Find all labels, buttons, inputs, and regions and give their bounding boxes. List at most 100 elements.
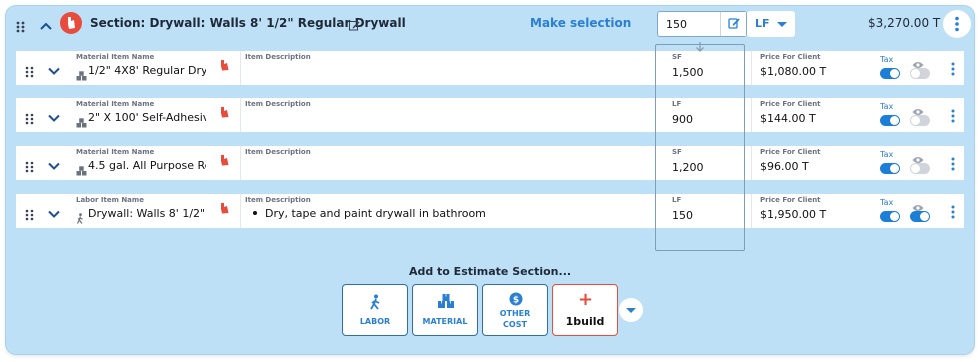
chevron-down-icon: [626, 308, 636, 313]
item-description: Dry, tape and paint drywall in bathroom: [265, 207, 486, 220]
item-type-label: Material Item Name: [76, 148, 155, 156]
section-quantity-input[interactable]: 150: [657, 11, 747, 37]
add-material-button[interactable]: MATERIAL: [412, 284, 478, 336]
item-name: 2" X 100' Self-Adhesiv: [88, 111, 206, 124]
kebab-icon: [955, 16, 959, 32]
chevron-down-icon[interactable]: [47, 62, 61, 81]
labor-icon: [369, 294, 383, 314]
price-label: Price For Client: [760, 196, 821, 204]
item-unit: LF: [672, 100, 682, 108]
item-name-field[interactable]: Material Item Name 2" X 100' Self-Adhesi…: [72, 98, 206, 132]
svg-text:$: $: [513, 295, 519, 305]
chevron-up-icon[interactable]: [39, 17, 53, 36]
add-material-label: MATERIAL: [422, 317, 468, 326]
chevron-down-icon[interactable]: [47, 157, 61, 176]
brand-logo-icon: [60, 12, 82, 34]
section-header: Section: Drywall: Walls 8' 1/2" Regular …: [6, 6, 974, 42]
arrow-down-icon: [694, 38, 706, 57]
drag-handle-icon[interactable]: [25, 63, 35, 82]
material-icon: [76, 66, 87, 85]
estimate-section-panel: Section: Drywall: Walls 8' 1/2" Regular …: [6, 6, 974, 354]
brand-logo-icon: [219, 151, 230, 166]
line-item-row: Labor Item Name Drywall: Walls 8' 1/2" I…: [16, 194, 964, 228]
add-1build-button[interactable]: + 1build: [552, 284, 618, 336]
chevron-down-icon: [777, 22, 787, 27]
description-label: Item Description: [245, 100, 311, 108]
item-quantity[interactable]: 1,500: [672, 66, 704, 79]
visibility-toggle[interactable]: [910, 211, 930, 222]
item-name-field[interactable]: Material Item Name 1/2" 4X8' Regular Dry: [72, 51, 206, 85]
item-description-field[interactable]: Item Description Dry, tape and paint dry…: [240, 194, 660, 228]
unit-value: LF: [755, 17, 770, 30]
make-selection-link[interactable]: Make selection: [530, 16, 631, 30]
item-price: $1,950.00 T: [760, 208, 827, 221]
tax-toggle[interactable]: [880, 163, 900, 174]
brand-logo-icon: [219, 103, 230, 118]
item-price-field[interactable]: Price For Client $144.00 T: [751, 98, 876, 132]
drag-handle-icon[interactable]: [25, 206, 35, 225]
item-type-label: Material Item Name: [76, 100, 155, 108]
item-name-field[interactable]: Labor Item Name Drywall: Walls 8' 1/2": [72, 194, 206, 228]
visibility-toggle[interactable]: [910, 68, 930, 79]
description-label: Item Description: [245, 53, 311, 61]
item-unit: SF: [672, 53, 682, 61]
more-add-options-button[interactable]: [619, 298, 643, 322]
material-icon: [76, 113, 87, 132]
brand-logo-icon: [219, 56, 230, 71]
section-total: $3,270.00 T: [868, 16, 941, 30]
chevron-down-icon[interactable]: [47, 205, 61, 224]
item-price-field[interactable]: Price For Client $1,950.00 T: [751, 194, 876, 228]
visibility-toggle[interactable]: [910, 115, 930, 126]
bullet-icon: [253, 211, 257, 215]
item-price-field[interactable]: Price For Client $1,080.00 T: [751, 51, 876, 85]
kebab-icon[interactable]: [950, 204, 956, 223]
add-labor-button[interactable]: LABOR: [342, 284, 408, 336]
item-price: $96.00 T: [760, 160, 809, 173]
unit-select[interactable]: LF: [747, 11, 795, 37]
kebab-icon[interactable]: [950, 156, 956, 175]
item-description-field[interactable]: Item Description: [240, 98, 660, 132]
drag-handle-icon[interactable]: [25, 158, 35, 177]
line-item-row: Material Item Name 2" X 100' Self-Adhesi…: [16, 98, 964, 132]
tax-toggle[interactable]: [880, 211, 900, 222]
item-description-field[interactable]: Item Description: [240, 51, 660, 85]
chevron-down-icon[interactable]: [47, 109, 61, 128]
kebab-icon[interactable]: [950, 108, 956, 127]
edit-icon[interactable]: [349, 16, 360, 35]
description-label: Item Description: [245, 196, 311, 204]
add-other-cost-button[interactable]: $ OTHER COST: [482, 284, 548, 336]
material-icon: [437, 294, 455, 313]
add-other-cost-label: OTHER COST: [499, 309, 531, 329]
section-menu-button[interactable]: [943, 10, 971, 38]
tax-toggle[interactable]: [880, 115, 900, 126]
item-type-label: Labor Item Name: [76, 196, 144, 204]
quantity-value: 150: [666, 18, 687, 31]
item-quantity[interactable]: 150: [672, 209, 693, 222]
edit-quantity-button[interactable]: [720, 12, 746, 36]
brand-logo-icon: [219, 199, 230, 214]
description-label: Item Description: [245, 148, 311, 156]
plus-icon: +: [578, 289, 594, 310]
item-price: $1,080.00 T: [760, 65, 827, 78]
tax-toggle[interactable]: [880, 68, 900, 79]
tax-label: Tax: [880, 198, 894, 207]
drag-handle-icon[interactable]: [25, 110, 35, 129]
item-type-label: Material Item Name: [76, 53, 155, 61]
price-label: Price For Client: [760, 53, 821, 61]
item-quantity[interactable]: 900: [672, 113, 693, 126]
price-label: Price For Client: [760, 100, 821, 108]
kebab-icon[interactable]: [950, 61, 956, 80]
item-description-field[interactable]: Item Description: [240, 146, 660, 180]
line-item-row: Material Item Name 1/2" 4X8' Regular Dry…: [16, 51, 964, 85]
visibility-toggle[interactable]: [910, 163, 930, 174]
item-unit: SF: [672, 148, 682, 156]
tax-label: Tax: [880, 102, 894, 111]
item-name: 1/2" 4X8' Regular Dry: [88, 64, 206, 77]
item-price-field[interactable]: Price For Client $96.00 T: [751, 146, 876, 180]
item-name-field[interactable]: Material Item Name 4.5 gal. All Purpose …: [72, 146, 206, 180]
item-price: $144.00 T: [760, 112, 816, 125]
item-quantity[interactable]: 1,200: [672, 161, 704, 174]
tax-label: Tax: [880, 150, 894, 159]
drag-handle-icon[interactable]: [16, 18, 26, 37]
add-to-estimate-title: Add to Estimate Section...: [408, 265, 572, 278]
